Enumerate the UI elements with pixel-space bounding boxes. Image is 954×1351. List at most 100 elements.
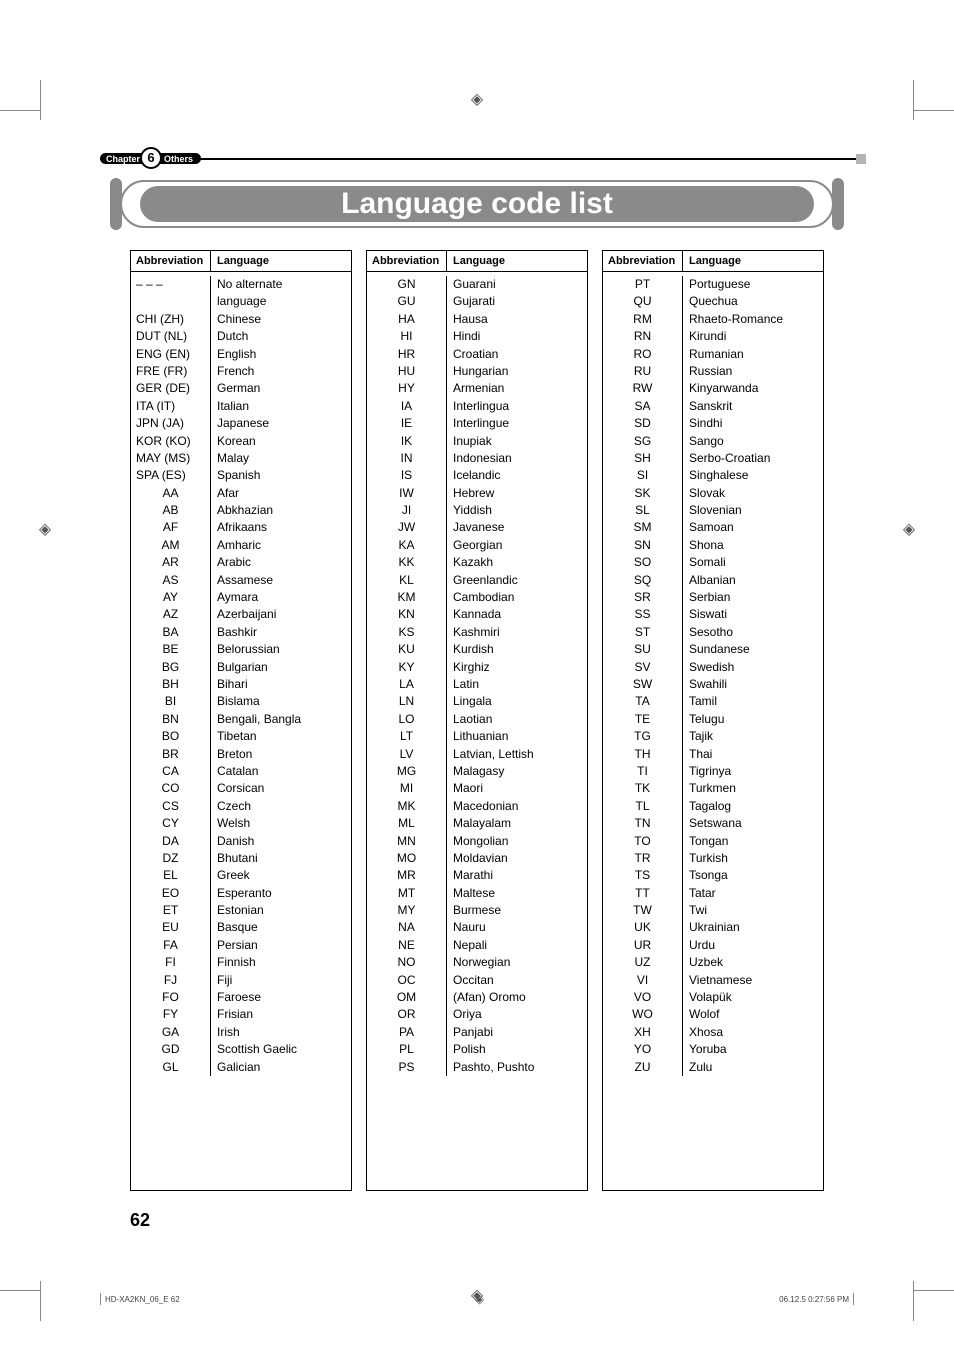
cell-lang: Somali bbox=[683, 554, 823, 571]
cell-lang: Kirundi bbox=[683, 328, 823, 345]
cell-lang: Tatar bbox=[683, 885, 823, 902]
table-row: TOTongan bbox=[603, 833, 823, 850]
registration-mark-icon: ◈ bbox=[467, 90, 487, 110]
cell-lang: Catalan bbox=[211, 763, 351, 780]
cell-lang: Basque bbox=[211, 919, 351, 936]
cell-abbr: ITA (IT) bbox=[131, 398, 211, 415]
cell-lang: Breton bbox=[211, 746, 351, 763]
cell-lang: Zulu bbox=[683, 1059, 823, 1076]
cell-abbr: NE bbox=[367, 937, 447, 954]
cell-lang: (Afan) Oromo bbox=[447, 989, 587, 1006]
table-row: NANauru bbox=[367, 919, 587, 936]
cell-lang: Scottish Gaelic bbox=[211, 1041, 351, 1058]
table-row: MGMalagasy bbox=[367, 763, 587, 780]
cell-abbr: CY bbox=[131, 815, 211, 832]
cell-lang: Moldavian bbox=[447, 850, 587, 867]
cell-lang: Armenian bbox=[447, 380, 587, 397]
cell-lang: Sindhi bbox=[683, 415, 823, 432]
table-row: SASanskrit bbox=[603, 398, 823, 415]
table-row: MLMalayalam bbox=[367, 815, 587, 832]
cell-lang: Czech bbox=[211, 798, 351, 815]
table-row: RORumanian bbox=[603, 346, 823, 363]
crop-mark-icon bbox=[894, 80, 954, 140]
table-row: KAGeorgian bbox=[367, 537, 587, 554]
language-table: AbbreviationLanguage– – –No alternatelan… bbox=[130, 250, 352, 1191]
cell-abbr: ST bbox=[603, 624, 683, 641]
cell-lang: Uzbek bbox=[683, 954, 823, 971]
cell-lang: Hausa bbox=[447, 311, 587, 328]
table-row: KYKirghiz bbox=[367, 659, 587, 676]
table-row: CYWelsh bbox=[131, 815, 351, 832]
table-row: URUrdu bbox=[603, 937, 823, 954]
cell-lang: Arabic bbox=[211, 554, 351, 571]
cell-abbr: AR bbox=[131, 554, 211, 571]
table-header: AbbreviationLanguage bbox=[603, 251, 823, 272]
table-row: FRE (FR)French bbox=[131, 363, 351, 380]
title-banner: Language code list bbox=[100, 180, 854, 228]
cell-abbr: VO bbox=[603, 989, 683, 1006]
cell-lang: Galician bbox=[211, 1059, 351, 1076]
table-row: DZBhutani bbox=[131, 850, 351, 867]
registration-mark-icon: ◈ bbox=[35, 520, 55, 540]
cell-lang: Spanish bbox=[211, 467, 351, 484]
cell-lang: Sesotho bbox=[683, 624, 823, 641]
cell-lang: Afrikaans bbox=[211, 519, 351, 536]
cell-abbr: KM bbox=[367, 589, 447, 606]
cell-lang: Icelandic bbox=[447, 467, 587, 484]
table-row: MOMoldavian bbox=[367, 850, 587, 867]
table-row: – – –No alternate bbox=[131, 276, 351, 293]
cell-lang: Bengali, Bangla bbox=[211, 711, 351, 728]
cell-lang: Rumanian bbox=[683, 346, 823, 363]
table-row: SSSiswati bbox=[603, 606, 823, 623]
cell-abbr: AS bbox=[131, 572, 211, 589]
cell-abbr: GA bbox=[131, 1024, 211, 1041]
cell-abbr: IE bbox=[367, 415, 447, 432]
cell-lang: Welsh bbox=[211, 815, 351, 832]
table-row: GUGujarati bbox=[367, 293, 587, 310]
cell-lang: Interlingua bbox=[447, 398, 587, 415]
table-row: MYBurmese bbox=[367, 902, 587, 919]
table-row: BIBislama bbox=[131, 693, 351, 710]
table-row: BOTibetan bbox=[131, 728, 351, 745]
cell-abbr: FO bbox=[131, 989, 211, 1006]
cell-lang: Dutch bbox=[211, 328, 351, 345]
cell-abbr: SI bbox=[603, 467, 683, 484]
table-row: SWSwahili bbox=[603, 676, 823, 693]
table-row: HIHindi bbox=[367, 328, 587, 345]
cell-lang: Samoan bbox=[683, 519, 823, 536]
cell-abbr: MO bbox=[367, 850, 447, 867]
table-row: SPA (ES)Spanish bbox=[131, 467, 351, 484]
cell-lang: Pashto, Pushto bbox=[447, 1059, 587, 1076]
table-row: IEInterlingue bbox=[367, 415, 587, 432]
cell-abbr: FRE (FR) bbox=[131, 363, 211, 380]
cell-lang: Tigrinya bbox=[683, 763, 823, 780]
cell-lang: Guarani bbox=[447, 276, 587, 293]
cell-abbr: GD bbox=[131, 1041, 211, 1058]
cell-lang: Urdu bbox=[683, 937, 823, 954]
cell-lang: No alternate bbox=[211, 276, 351, 293]
cell-lang: Kirghiz bbox=[447, 659, 587, 676]
table-row: LALatin bbox=[367, 676, 587, 693]
cell-abbr: BH bbox=[131, 676, 211, 693]
cell-lang: Bislama bbox=[211, 693, 351, 710]
cell-lang: Italian bbox=[211, 398, 351, 415]
cell-abbr: JI bbox=[367, 502, 447, 519]
cell-lang: Malayalam bbox=[447, 815, 587, 832]
cell-lang: Swahili bbox=[683, 676, 823, 693]
cell-lang: Yiddish bbox=[447, 502, 587, 519]
content-area: Chapter 6 Others Language code list Abbr… bbox=[100, 155, 854, 1231]
cell-lang: German bbox=[211, 380, 351, 397]
cell-abbr: WO bbox=[603, 1006, 683, 1023]
table-row: OROriya bbox=[367, 1006, 587, 1023]
table-body: – – –No alternatelanguageCHI (ZH)Chinese… bbox=[131, 272, 351, 1190]
cell-lang: Turkish bbox=[683, 850, 823, 867]
cell-abbr: FY bbox=[131, 1006, 211, 1023]
footer-file-info: HD-XA2KN_06_E 62 bbox=[100, 1293, 180, 1305]
table-row: SMSamoan bbox=[603, 519, 823, 536]
cell-abbr: OM bbox=[367, 989, 447, 1006]
cell-lang: Laotian bbox=[447, 711, 587, 728]
cell-abbr: CO bbox=[131, 780, 211, 797]
table-row: IWHebrew bbox=[367, 485, 587, 502]
table-row: UZUzbek bbox=[603, 954, 823, 971]
cell-lang: Sango bbox=[683, 433, 823, 450]
